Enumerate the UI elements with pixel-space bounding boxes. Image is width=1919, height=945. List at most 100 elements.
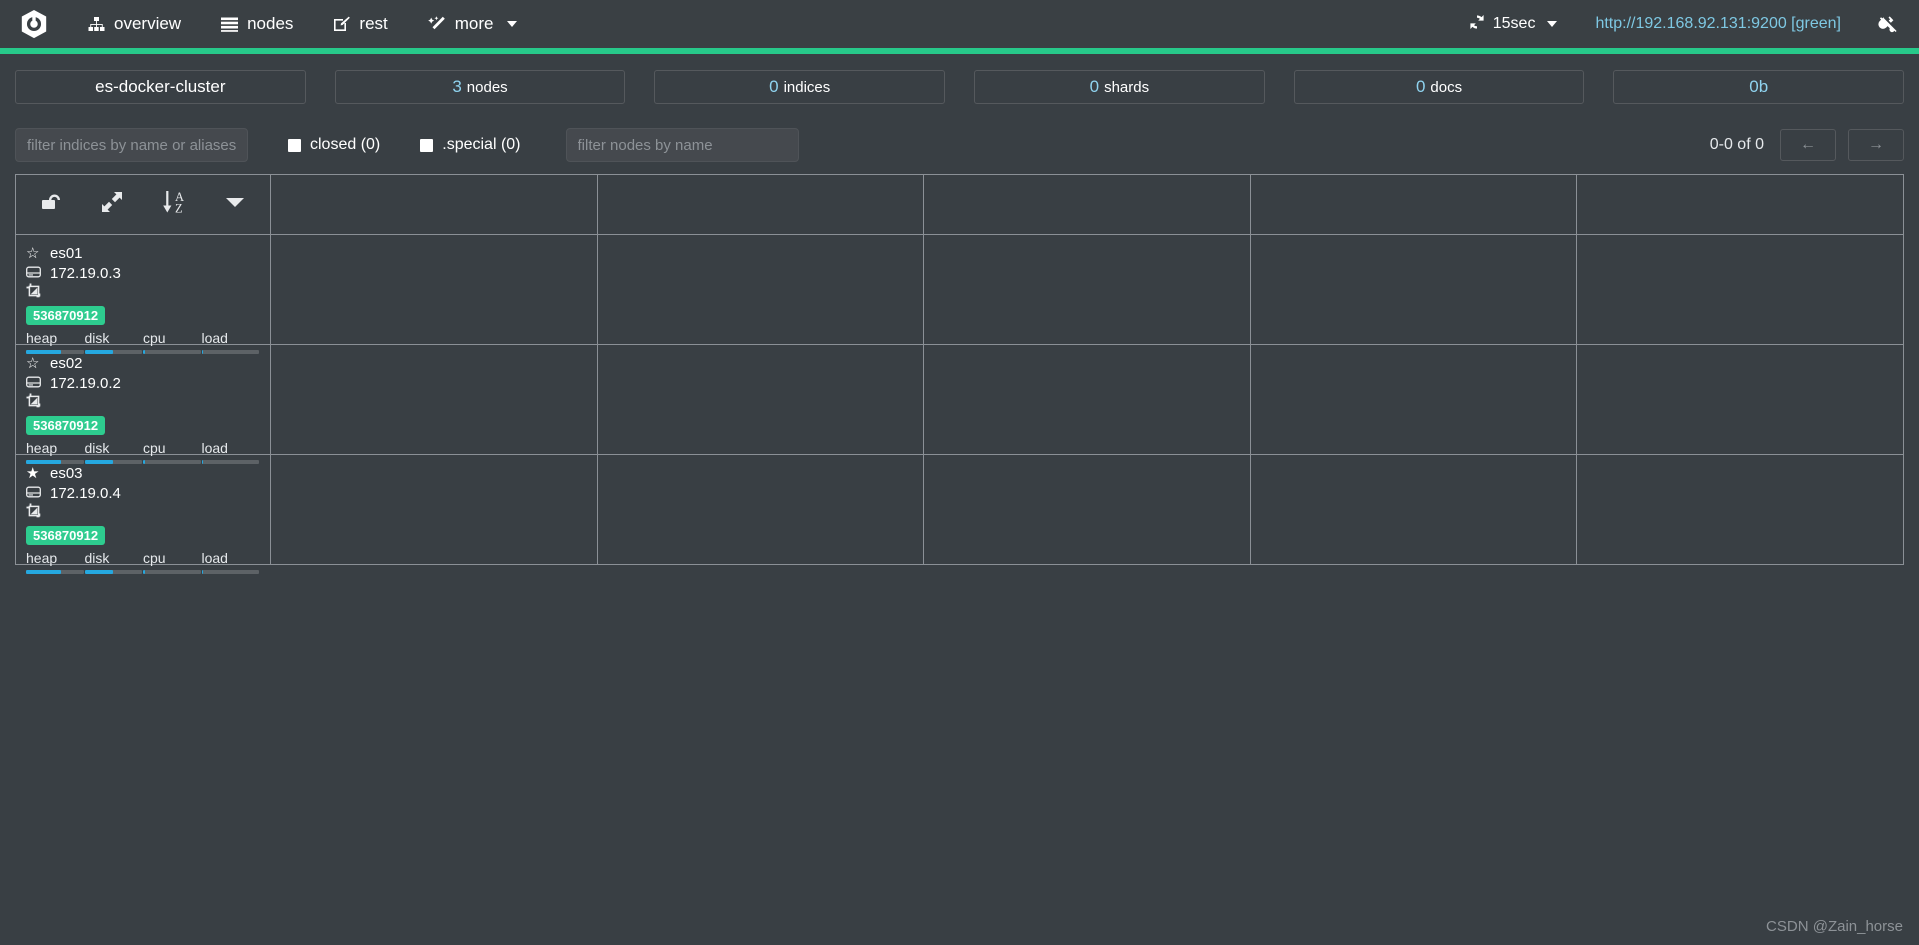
filter-bar: closed (0) .special (0) 0-0 of 0 ← → [0, 104, 1919, 166]
meter-track [26, 570, 84, 574]
nav-items: overview nodes rest more [68, 0, 537, 48]
meter-track [201, 570, 259, 574]
expand-toggle-button[interactable] [82, 175, 144, 234]
stat-label: docs [1430, 78, 1463, 96]
node-heap-badge: 536870912 [26, 416, 106, 435]
node-heap-badge: 536870912 [26, 526, 106, 545]
watermark-label: CSDN @Zain_horse [1766, 918, 1903, 935]
node-name-row: ☆ es01 [26, 243, 260, 263]
stat-cluster-name: es-docker-cluster [15, 70, 306, 104]
node-name-row: ☆ es02 [26, 353, 260, 373]
lock-toggle-button[interactable] [20, 175, 82, 234]
node-roles-row [26, 503, 260, 523]
meter-label: load [201, 550, 228, 566]
stat-label: shards [1104, 78, 1150, 96]
grid-toolbar-cell: A Z [16, 175, 271, 235]
previous-page-button[interactable]: ← [1780, 129, 1836, 161]
checkbox-box[interactable] [288, 138, 301, 152]
grid-header-empty-cell [1250, 175, 1578, 235]
magic-wand-icon [427, 16, 446, 32]
grid-empty-cell [1577, 235, 1904, 345]
star-outline-icon[interactable]: ☆ [26, 356, 41, 371]
checkbox-box[interactable] [420, 138, 434, 152]
plug-icon[interactable] [1863, 15, 1905, 33]
svg-text:Z: Z [175, 202, 183, 216]
node-ip-row: 172.19.0.2 [26, 373, 260, 393]
meter-label: cpu [143, 550, 166, 566]
meter-fill [201, 570, 204, 574]
node-name-row: ★ es03 [26, 463, 260, 483]
closed-indices-checkbox[interactable]: closed (0) [288, 136, 380, 154]
nav-item-rest[interactable]: rest [313, 0, 407, 48]
nav-item-label: nodes [247, 14, 294, 33]
star-filled-icon[interactable]: ★ [26, 466, 41, 481]
stat-value: 0b [1749, 77, 1769, 96]
stat-indices: 0 indices [654, 70, 946, 104]
stat-label: indices [783, 78, 831, 96]
node-cell[interactable]: ☆ es02 172.19.0.2 536870912 heap disk cpu load [16, 345, 271, 464]
nav-item-nodes[interactable]: nodes [201, 0, 313, 48]
filter-dropdown-button[interactable] [205, 175, 267, 234]
grid-empty-cell [597, 345, 925, 455]
grid-header-empty-cell [597, 175, 925, 235]
checkbox-label: .special (0) [442, 136, 521, 153]
hdd-icon [26, 485, 41, 502]
nav-item-more[interactable]: more [408, 0, 537, 48]
stat-nodes: 3 nodes [334, 70, 626, 104]
meter-fill [26, 570, 61, 574]
node-ip-label: 172.19.0.4 [50, 484, 121, 502]
grid-header-empty-cell [1577, 175, 1904, 235]
data-node-icon [26, 283, 42, 303]
nav-item-overview[interactable]: overview [68, 0, 201, 48]
filter-indices-input[interactable] [15, 128, 248, 162]
refresh-interval-selector[interactable]: 15sec [1453, 0, 1574, 48]
filter-nodes-input[interactable] [565, 128, 799, 162]
cerebro-logo-icon[interactable] [0, 0, 68, 48]
node-cell[interactable]: ★ es03 172.19.0.4 536870912 heap disk cpu load [16, 455, 271, 574]
stat-value: es-docker-cluster [95, 77, 226, 96]
node-cell[interactable]: ☆ es01 172.19.0.3 536870912 heap disk cpu load [16, 235, 271, 354]
grid-empty-cell [271, 455, 598, 565]
node-roles-row [26, 283, 260, 303]
node-roles-row [26, 393, 260, 413]
overview-grid: A Z ☆ es01 172.19.0.3 536870912 heap disk cpu l… [15, 174, 1904, 574]
cluster-stats-bar: es-docker-cluster 3 nodes 0 indices 0 sh… [0, 54, 1919, 104]
meter-cpu: cpu [143, 550, 201, 574]
meter-heap: heap [26, 550, 84, 574]
node-heap-badge: 536870912 [26, 306, 106, 325]
grid-empty-cell [1250, 455, 1578, 565]
sort-alpha-asc-icon: A Z [159, 188, 189, 221]
chevron-down-icon [1547, 21, 1558, 27]
stat-value: 3 [452, 77, 462, 96]
edit-square-icon [333, 16, 351, 32]
refresh-interval-label: 15sec [1492, 15, 1536, 32]
stat-label: nodes [466, 78, 508, 96]
sitemap-icon [88, 16, 105, 32]
node-meters: heap disk cpu load [26, 550, 260, 574]
stat-shards: 0 shards [974, 70, 1265, 104]
node-ip-label: 172.19.0.2 [50, 374, 121, 392]
data-node-icon [26, 393, 42, 413]
stat-value: 0 [1415, 77, 1426, 96]
star-outline-icon[interactable]: ☆ [26, 246, 41, 261]
sort-toggle-button[interactable]: A Z [143, 175, 205, 234]
grid-empty-cell [597, 455, 925, 565]
grid-empty-cell [1577, 455, 1904, 565]
nav-item-label: overview [114, 14, 182, 33]
nav-item-label: more [454, 14, 494, 33]
grid-header-empty-cell [271, 175, 598, 235]
grid-empty-cell [271, 235, 598, 345]
special-indices-checkbox[interactable]: .special (0) [420, 136, 521, 154]
meter-fill [143, 570, 145, 574]
stat-value: 0 [769, 77, 779, 96]
stat-docs: 0 docs [1293, 70, 1585, 104]
grid-empty-cell [924, 345, 1251, 455]
meter-disk: disk [84, 550, 142, 574]
cluster-url-label[interactable]: http://192.168.92.131:9200 [green] [1573, 15, 1863, 33]
expand-arrows-icon [100, 190, 124, 219]
grid-empty-cell [271, 345, 598, 455]
meter-load: load [201, 550, 259, 574]
hdd-icon [26, 375, 41, 392]
next-page-button[interactable]: → [1848, 129, 1904, 161]
meter-label: disk [84, 550, 110, 566]
